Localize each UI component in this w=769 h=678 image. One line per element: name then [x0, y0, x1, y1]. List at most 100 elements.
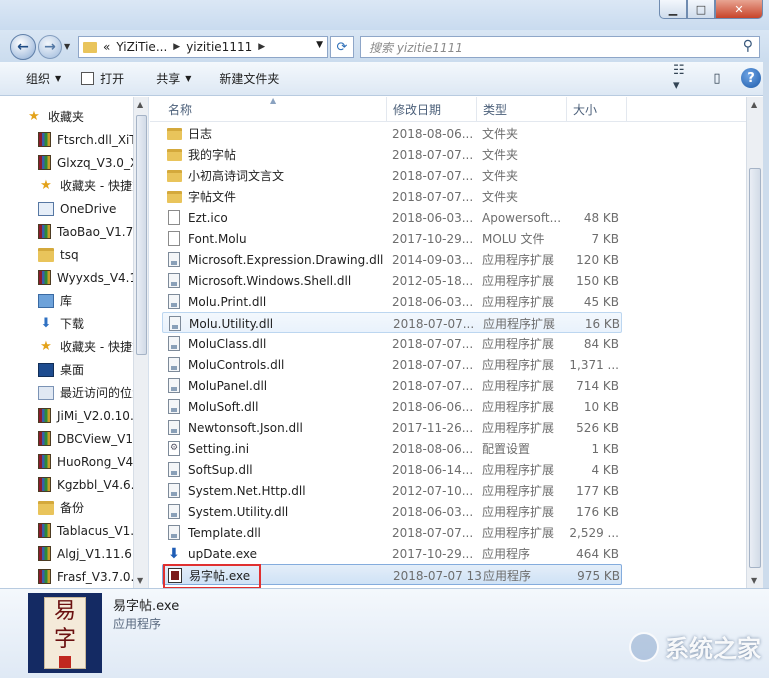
- chevron-right-icon[interactable]: ▶: [173, 42, 180, 52]
- nav-item[interactable]: 备份: [38, 496, 84, 519]
- file-row[interactable]: MoluControls.dll 2018-07-07... 应用程序扩展 1,371…: [162, 354, 622, 375]
- file-row[interactable]: Newtonsoft.Json.dll 2017-11-26... 应用程序扩展 52…: [162, 417, 622, 438]
- refresh-button[interactable]: ⟳: [330, 36, 354, 58]
- nav-item[interactable]: 库: [38, 289, 72, 312]
- file-size: 10 KB: [583, 399, 619, 414]
- scroll-down-icon[interactable]: ▼: [751, 576, 757, 585]
- close-button[interactable]: ✕: [715, 0, 763, 19]
- help-icon[interactable]: ?: [741, 68, 761, 88]
- maximize-button[interactable]: □: [687, 0, 715, 19]
- column-date[interactable]: 修改日期: [387, 97, 477, 122]
- file-row[interactable]: Setting.ini 2018-08-06... 配置设置 1 KB: [162, 438, 622, 459]
- file-list-scrollbar[interactable]: ▲ ▼: [746, 97, 763, 588]
- file-row[interactable]: 小初高诗词文言文 2018-07-07... 文件夹: [162, 165, 622, 186]
- file-size: [562, 144, 619, 165]
- view-options-icon[interactable]: ☷ ▾: [673, 63, 693, 93]
- nav-item[interactable]: Algj_V1.11.6.1: [38, 542, 143, 565]
- file-name: MoluSoft.dll: [188, 399, 259, 414]
- file-name: Template.dll: [188, 525, 261, 540]
- open-button[interactable]: 打开: [71, 67, 134, 91]
- file-row[interactable]: System.Net.Http.dll 2012-07-10... 应用程序扩展 17…: [162, 480, 622, 501]
- nav-item[interactable]: HuoRong_V4.0: [38, 450, 145, 473]
- preview-pane-icon[interactable]: ▯: [707, 68, 727, 88]
- recent-pages-dropdown[interactable]: ▼: [64, 42, 70, 51]
- minimize-button[interactable]: ▁: [659, 0, 687, 19]
- nav-scrollbar[interactable]: ▲ ▼: [133, 97, 148, 588]
- dll-icon: [166, 525, 182, 541]
- nav-item[interactable]: Wyyxds_V4.1.4: [38, 266, 148, 289]
- file-row[interactable]: MoluPanel.dll 2018-07-07... 应用程序扩展 714 KB: [162, 375, 622, 396]
- column-size[interactable]: 大小: [567, 97, 627, 122]
- file-row[interactable]: SoftSup.dll 2018-06-14... 应用程序扩展 4 KB: [162, 459, 622, 480]
- file-row[interactable]: Font.Molu 2017-10-29... MOLU 文件 7 KB: [162, 228, 622, 249]
- file-type: 配置设置: [482, 442, 531, 456]
- scroll-up-icon[interactable]: ▲: [137, 100, 143, 109]
- breadcrumb-overflow[interactable]: «: [103, 40, 110, 54]
- breadcrumb-item[interactable]: YiZiTie...: [116, 40, 167, 54]
- nav-item[interactable]: Kgzbbl_V4.6.0: [38, 473, 142, 496]
- search-icon[interactable]: ⚲: [743, 38, 753, 54]
- rar-archive-icon: [38, 569, 51, 584]
- dll-icon-shape: [168, 252, 180, 267]
- folder-icon: [38, 247, 54, 262]
- nav-item[interactable]: ⬇ 下载: [38, 312, 84, 335]
- nav-item[interactable]: tsq: [38, 243, 79, 266]
- nav-item[interactable]: Tablacus_V1.7: [38, 519, 142, 542]
- file-row[interactable]: Molu.Print.dll 2018-06-03... 应用程序扩展 45 KB: [162, 291, 622, 312]
- file-row[interactable]: 易字帖.exe 2018-07-07 13:44应用程序 975 KB: [162, 564, 622, 585]
- file-name-cell: SoftSup.dll: [166, 459, 386, 480]
- file-name-cell: 日志: [166, 123, 386, 144]
- file-row[interactable]: ⬇ upDate.exe 2017-10-29... 应用程序 464 KB: [162, 543, 622, 564]
- nav-favorites[interactable]: ★ 收藏夹: [26, 105, 84, 128]
- breadcrumb-item[interactable]: yizitie1111: [186, 40, 252, 54]
- new-folder-button[interactable]: 新建文件夹: [209, 67, 289, 91]
- refresh-icon: ⟳: [336, 39, 348, 55]
- file-row[interactable]: System.Utility.dll 2018-06-03... 应用程序扩展 176…: [162, 501, 622, 522]
- chevron-right-icon[interactable]: ▶: [258, 42, 265, 52]
- column-name[interactable]: 名称: [162, 97, 387, 122]
- file-type: 应用程序: [483, 569, 532, 583]
- file-row[interactable]: Template.dll 2018-07-07... 应用程序扩展 2,529 ...: [162, 522, 622, 543]
- dll-icon: [166, 336, 182, 352]
- nav-item[interactable]: 桌面: [38, 358, 84, 381]
- file-row[interactable]: Molu.Utility.dll 2018-07-07... 应用程序扩展 16 KB: [162, 312, 622, 333]
- column-type[interactable]: 类型: [477, 97, 567, 122]
- organize-button[interactable]: 组织 ▼: [16, 67, 71, 91]
- search-input[interactable]: 搜索 yizitie1111 ⚲: [360, 36, 760, 58]
- column-label: 大小: [573, 103, 598, 117]
- file-row[interactable]: MoluClass.dll 2018-07-07... 应用程序扩展 84 KB: [162, 333, 622, 354]
- share-button[interactable]: 共享 ▼: [146, 67, 201, 91]
- file-row[interactable]: MoluSoft.dll 2018-06-06... 应用程序扩展 10 KB: [162, 396, 622, 417]
- nav-item[interactable]: 最近访问的位置: [38, 381, 144, 404]
- file-row[interactable]: 日志 2018-08-06... 文件夹: [162, 123, 622, 144]
- dll-icon-shape: [168, 357, 180, 372]
- file-date: 2018-08-06...: [392, 441, 474, 456]
- nav-item[interactable]: TaoBao_V1.7.0: [38, 220, 145, 243]
- nav-scroll-thumb[interactable]: [136, 115, 147, 355]
- file-row[interactable]: 字帖文件 2018-07-07... 文件夹: [162, 186, 622, 207]
- file-date: 2018-07-07...: [392, 378, 474, 393]
- scroll-up-icon[interactable]: ▲: [751, 100, 757, 109]
- chevron-down-icon: ▼: [185, 74, 192, 83]
- back-button[interactable]: ←: [10, 34, 36, 60]
- share-label: 共享: [156, 72, 181, 86]
- nav-item[interactable]: DBCView_V1.0: [38, 427, 144, 450]
- nav-item[interactable]: JiMi_V2.0.10.1: [38, 404, 141, 427]
- file-row[interactable]: 我的字帖 2018-07-07... 文件夹: [162, 144, 622, 165]
- folder-icon-shape: [166, 127, 182, 140]
- file-size: 120 KB: [576, 252, 619, 267]
- address-field[interactable]: « YiZiTie... ▶ yizitie1111 ▶ ▼: [78, 36, 328, 58]
- file-row[interactable]: Ezt.ico 2018-06-03... Apowersoft... 48 KB: [162, 207, 622, 228]
- forward-button[interactable]: →: [38, 35, 62, 59]
- rar-archive-icon: [38, 546, 51, 561]
- file-date: 2018-06-03...: [392, 210, 474, 225]
- file-scroll-thumb[interactable]: [749, 168, 761, 568]
- scroll-down-icon[interactable]: ▼: [137, 576, 143, 585]
- folder-icon: [166, 189, 182, 205]
- file-row[interactable]: Microsoft.Expression.Drawing.dll 2014-09-…: [162, 249, 622, 270]
- nav-item[interactable]: OneDrive: [38, 197, 116, 220]
- file-row[interactable]: Microsoft.Windows.Shell.dll 2012-05-18...…: [162, 270, 622, 291]
- address-dropdown-icon[interactable]: ▼: [316, 40, 323, 50]
- nav-item[interactable]: Frasf_V3.7.0.1: [38, 565, 142, 588]
- nav-item[interactable]: Ftsrch.dll_XiTo: [38, 128, 142, 151]
